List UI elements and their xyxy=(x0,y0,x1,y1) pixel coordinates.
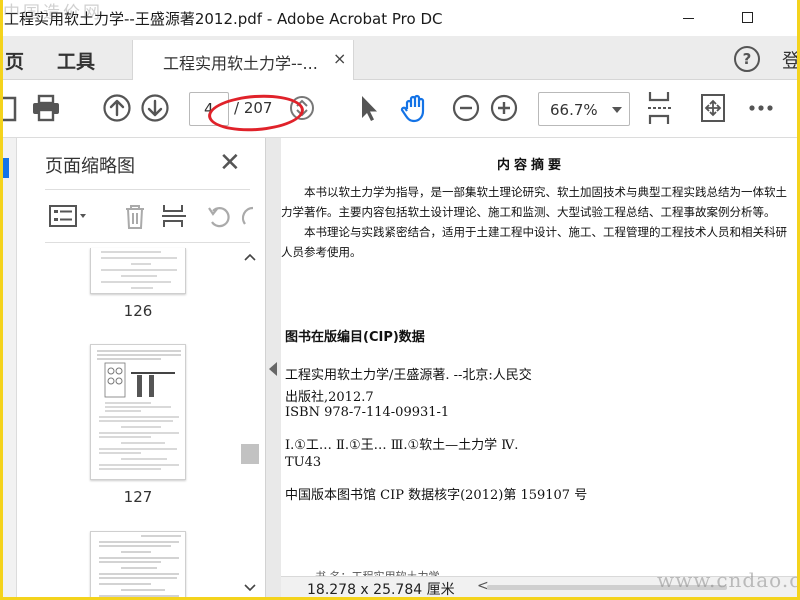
minimize-button[interactable] xyxy=(673,6,703,28)
page-size: 18.278 x 25.784 厘米 xyxy=(307,582,455,597)
thumbnail-options-icon[interactable] xyxy=(49,204,89,228)
panel-divider xyxy=(45,242,250,243)
hand-tool-icon[interactable] xyxy=(399,92,431,124)
thumbnails-panel: 页面缩略图 ✕ 126 127 xyxy=(17,138,265,597)
maximize-icon xyxy=(741,11,753,23)
cip-line: ISBN 978-7-114-09931-1 xyxy=(285,405,450,420)
scrollbar-thumb[interactable] xyxy=(241,444,259,464)
acrobat-window: 工程实用软土力学--王盛源著2012.pdf - Adobe Acrobat P… xyxy=(3,0,797,597)
panel-toolbar xyxy=(45,200,265,232)
title-bar: 工程实用软土力学--王盛源著2012.pdf - Adobe Acrobat P… xyxy=(3,0,797,36)
abstract-paragraph: 本书理论与实践紧密结合，适用于土建工程中设计、施工、工程管理的工程技术人员和相关… xyxy=(281,225,787,259)
cip-line: 工程实用软土力学/王盛源著. --北京:人民交 xyxy=(285,368,532,383)
previous-page-icon[interactable] xyxy=(101,92,133,124)
main-toolbar: 4 / 207 66.7% xyxy=(3,80,797,138)
save-icon[interactable] xyxy=(3,92,21,124)
scroll-up-icon[interactable] xyxy=(241,250,259,264)
cip-line: Ⅰ.①工… Ⅱ.①王… Ⅲ.①软土—土力学 Ⅳ. xyxy=(285,438,519,453)
page-thumbnail-image xyxy=(97,350,181,470)
fit-page-icon[interactable] xyxy=(646,88,674,128)
zoom-out-icon[interactable] xyxy=(450,92,482,124)
cip-line: TU43 xyxy=(285,455,322,470)
page-thumbnail-127[interactable] xyxy=(90,344,186,480)
page-thumbnail-126[interactable] xyxy=(90,248,186,294)
cip-line: 中国版本图书馆 CIP 数据核字(2012)第 159107 号 xyxy=(285,488,588,503)
cip-line: 出版社,2012.7 xyxy=(285,390,374,405)
scroll-down-icon[interactable] xyxy=(241,581,259,595)
tab-tools[interactable]: 工具 xyxy=(57,47,95,74)
abstract-title: 内容摘要 xyxy=(497,158,566,173)
panel-title: 页面缩略图 xyxy=(45,156,135,177)
chevron-down-icon xyxy=(612,107,622,113)
zoom-value: 66.7% xyxy=(550,101,598,119)
page-thumbnail-image xyxy=(99,535,181,597)
print-icon[interactable] xyxy=(30,92,62,124)
full-screen-icon[interactable] xyxy=(697,92,729,124)
zoom-select[interactable]: 66.7% xyxy=(538,92,630,126)
abstract-paragraph: 本书以软土力学为指导，是一部集软土理论研究、软土加固技术与典型工程实践总结为一体… xyxy=(281,185,787,219)
page-thumbnail-image xyxy=(101,251,177,289)
rail-selected-indicator[interactable] xyxy=(3,158,9,178)
document-tab-label: 工程实用软土力学--... xyxy=(163,54,318,73)
help-icon[interactable]: ? xyxy=(734,46,760,72)
next-page-icon[interactable] xyxy=(139,92,171,124)
select-cursor-icon[interactable] xyxy=(353,92,385,124)
maximize-button[interactable] xyxy=(732,6,762,28)
minimize-icon xyxy=(682,17,694,19)
cip-title: 图书在版编目(CIP)数据 xyxy=(285,330,425,345)
document-tab-close-icon[interactable]: × xyxy=(333,49,346,68)
thumbnail-scrollbar[interactable] xyxy=(241,248,259,597)
horizontal-scrollbar[interactable] xyxy=(487,585,727,590)
thumbnail-label: 126 xyxy=(123,302,153,320)
document-tab[interactable]: 工程实用软土力学--... × xyxy=(132,40,354,81)
panel-divider xyxy=(45,189,250,190)
split-page-icon[interactable] xyxy=(160,202,188,230)
tab-home[interactable]: 页 xyxy=(5,47,24,74)
status-bar: 18.278 x 25.784 厘米 < xyxy=(281,576,797,597)
rotate-clockwise-icon[interactable] xyxy=(241,202,255,230)
rotate-counterclockwise-icon[interactable] xyxy=(205,202,233,230)
panel-splitter[interactable] xyxy=(265,138,281,597)
thumbnail-label: 127 xyxy=(123,488,153,506)
page-thumbnail-128[interactable] xyxy=(90,531,186,597)
document-view[interactable]: 内容摘要 本书以软土力学为指导，是一部集软土理论研究、软土加固技术与典型工程实践… xyxy=(281,138,797,597)
sign-in-button[interactable]: 登 xyxy=(782,46,797,73)
collapse-panel-icon[interactable] xyxy=(269,362,277,376)
panel-close-icon[interactable]: ✕ xyxy=(219,148,241,178)
window-title: 工程实用软土力学--王盛源著2012.pdf - Adobe Acrobat P… xyxy=(4,10,443,28)
more-options-icon[interactable] xyxy=(745,92,777,124)
navigation-rail xyxy=(3,138,17,597)
tab-bar: 页 工具 工程实用软土力学--... × ? 登 xyxy=(3,36,797,81)
zoom-in-icon[interactable] xyxy=(488,92,520,124)
trash-icon[interactable] xyxy=(121,202,149,230)
